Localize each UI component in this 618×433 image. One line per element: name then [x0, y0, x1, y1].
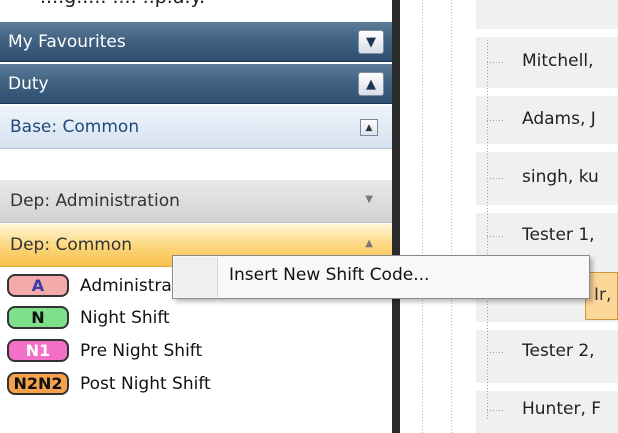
- shift-code-badge: A: [7, 274, 69, 297]
- menu-icon-gutter: [174, 257, 218, 297]
- tree-item-name[interactable]: Adams, J: [522, 109, 618, 129]
- row-gap: [476, 88, 618, 96]
- selected-item-label: Ir,: [594, 285, 612, 305]
- shift-item-pre-night[interactable]: N1 Pre Night Shift: [0, 334, 392, 367]
- row-gap: [476, 322, 618, 330]
- menu-item-insert-new-shift-code[interactable]: Insert New Shift Code...: [229, 265, 429, 285]
- header-label: Duty: [8, 73, 49, 94]
- header-label: My Favourites: [8, 31, 126, 52]
- shift-label: Post Night Shift: [80, 373, 211, 394]
- tree-item-name[interactable]: Mitchell,: [522, 51, 618, 71]
- tree-connector: [487, 62, 505, 63]
- header-my-favourites[interactable]: My Favourites ▼: [0, 22, 392, 62]
- expand-chevron-icon[interactable]: ▼: [358, 30, 384, 54]
- collapse-triangle-icon[interactable]: ▲: [365, 238, 373, 249]
- shift-code-badge: N2N2: [7, 372, 69, 395]
- tree-connector: [487, 236, 505, 237]
- group-label: Dep: Common: [10, 235, 133, 255]
- shift-item-post-night[interactable]: N2N2 Post Night Shift: [0, 367, 392, 400]
- header-duty[interactable]: Duty ▲: [0, 64, 392, 104]
- group-label: Base: Common: [10, 117, 140, 137]
- tree-item-name[interactable]: singh, ku: [522, 167, 618, 187]
- grid-line: [422, 0, 423, 433]
- shift-code-badge: N1: [7, 339, 69, 362]
- roster-tree: Mitchell, Adams, J singh, ku Tester 1, T…: [400, 0, 618, 433]
- row-gap: [476, 144, 618, 152]
- panel-divider[interactable]: [392, 0, 400, 433]
- context-menu: Insert New Shift Code...: [172, 255, 590, 299]
- tree-connector: [487, 120, 505, 121]
- shift-code-badge: N: [7, 306, 69, 329]
- group-dep-administration[interactable]: Dep: Administration ▼: [0, 180, 392, 223]
- tree-connector: [487, 352, 505, 353]
- tree-item-name[interactable]: Hunter, F: [522, 399, 618, 419]
- expand-triangle-icon[interactable]: ▼: [365, 194, 373, 205]
- collapse-chevron-icon[interactable]: ▲: [358, 72, 384, 96]
- grid-line: [451, 0, 452, 433]
- group-base-common[interactable]: Base: Common ▲: [0, 106, 392, 149]
- collapse-up-icon[interactable]: ▲: [360, 119, 378, 136]
- shift-label: Night Shift: [80, 307, 170, 328]
- tree-connector: [487, 410, 505, 411]
- duty-panel: ....g..... .... ..p.a.y. My Favourites ▼…: [0, 0, 392, 433]
- tree-connector: [487, 178, 505, 179]
- shift-item-night[interactable]: N Night Shift: [0, 301, 392, 334]
- row-gap: [476, 29, 618, 37]
- group-label: Dep: Administration: [10, 191, 180, 211]
- row-gap: [476, 383, 618, 391]
- tree-item-name[interactable]: Tester 1,: [522, 225, 618, 245]
- cut-off-text: ....g..... .... ..p.a.y.: [40, 0, 205, 8]
- shift-label: Pre Night Shift: [80, 340, 203, 361]
- tree-item-name[interactable]: Tester 2,: [522, 341, 618, 361]
- row-gap: [476, 205, 618, 213]
- tree-connector: [487, 40, 488, 420]
